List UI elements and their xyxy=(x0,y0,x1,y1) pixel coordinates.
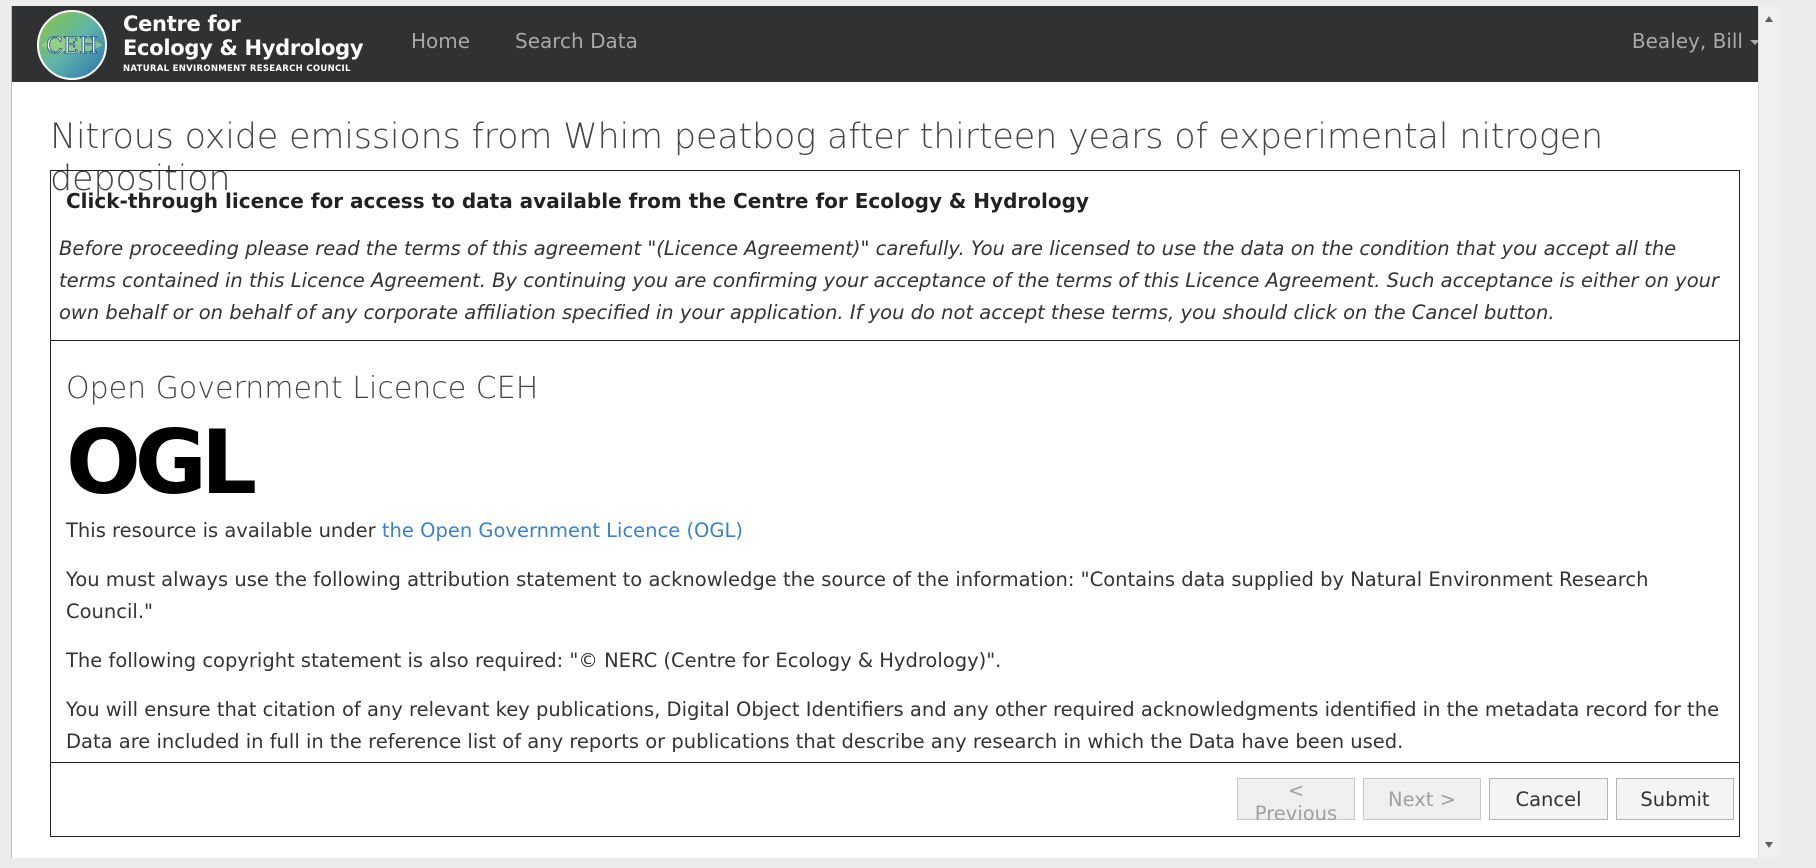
scroll-down-arrow-icon[interactable] xyxy=(1765,842,1773,848)
nav-home-link[interactable]: Home xyxy=(411,29,470,53)
ceh-logo[interactable]: CEH xyxy=(35,8,109,82)
logo-text: CEH xyxy=(46,34,98,59)
brand[interactable]: Centre for Ecology & Hydrology NATURAL E… xyxy=(123,12,364,74)
brand-subtitle: NATURAL ENVIRONMENT RESEARCH COUNCIL xyxy=(123,64,351,74)
vertical-scrollbar[interactable] xyxy=(1758,6,1780,858)
licence-availability: This resource is available under the Ope… xyxy=(66,515,1726,547)
licence-header-title: Click-through licence for access to data… xyxy=(66,189,1089,213)
navbar: CEH Centre for Ecology & Hydrology NATUR… xyxy=(12,6,1780,82)
scroll-up-arrow-icon[interactable] xyxy=(1765,16,1773,22)
licence-availability-text: This resource is available under xyxy=(66,519,382,542)
previous-button[interactable]: < Previous xyxy=(1237,778,1355,825)
brand-line-2: Ecology & Hydrology xyxy=(123,36,364,60)
licence-header: Click-through licence for access to data… xyxy=(51,171,1739,341)
submit-button[interactable]: Submit xyxy=(1616,778,1734,820)
ogl-link[interactable]: the Open Government Licence (OGL) xyxy=(382,519,743,542)
licence-intro-text: Before proceeding please read the terms … xyxy=(59,237,1720,324)
licence-body: Open Government Licence CEH OGL This res… xyxy=(66,371,1726,775)
citation-statement: You will ensure that citation of any rel… xyxy=(66,698,1720,753)
user-menu[interactable]: Bealey, Bill xyxy=(1632,29,1760,53)
browser-frame: CEH Centre for Ecology & Hydrology NATUR… xyxy=(0,0,1816,868)
nav-search-data-link[interactable]: Search Data xyxy=(515,29,638,53)
ogl-logo-text: OGL xyxy=(66,419,255,499)
licence-name: Open Government Licence CEH xyxy=(66,371,539,406)
ogl-logo: OGL xyxy=(66,419,256,499)
cancel-button[interactable]: Cancel xyxy=(1489,778,1608,820)
licence-panel: Click-through licence for access to data… xyxy=(50,170,1740,837)
copyright-statement: The following copyright statement is als… xyxy=(66,649,1002,672)
attribution-statement: You must always use the following attrib… xyxy=(66,568,1649,623)
licence-footer: < Previous Next > Cancel Submit xyxy=(51,762,1739,836)
page-window: CEH Centre for Ecology & Hydrology NATUR… xyxy=(11,6,1780,858)
brand-line-1: Centre for xyxy=(123,12,241,36)
next-button[interactable]: Next > xyxy=(1363,778,1481,820)
user-name: Bealey, Bill xyxy=(1631,29,1743,53)
